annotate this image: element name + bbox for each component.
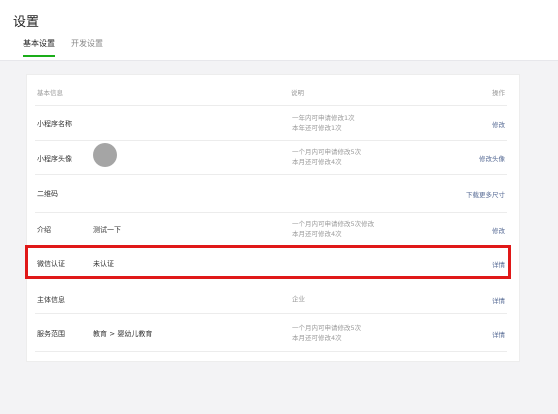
service-scope-details-link[interactable]: 详情 — [492, 329, 505, 339]
edit-avatar-link[interactable]: 修改头像 — [479, 153, 505, 163]
entity-details-link[interactable]: 详情 — [492, 295, 505, 305]
row-label: 小程序头像 — [37, 155, 72, 163]
row-value: 测试一下 — [93, 226, 121, 234]
row-desc: 一年内可申请修改1次 本年还可修改1次 — [292, 114, 355, 132]
verification-details-link[interactable]: 详情 — [492, 259, 505, 269]
table-row-avatar: 小程序头像 一个月内可申请修改5次 本月还可修改4次 修改头像 — [27, 141, 519, 175]
header-desc: 说明 — [291, 89, 304, 97]
header-info: 基本信息 — [37, 89, 63, 97]
table-row-service-scope: 服务范围 教育 > 婴幼儿教育 一个月内可申请修改5次 本月还可修改4次 详情 — [27, 314, 519, 352]
header-op: 操作 — [492, 89, 505, 97]
table-row-name: 小程序名称 一年内可申请修改1次 本年还可修改1次 修改 — [27, 106, 519, 141]
row-label: 小程序名称 — [37, 120, 72, 128]
table-row-qrcode: 二维码 下载更多尺寸 — [27, 175, 519, 213]
table-header: 基本信息 说明 操作 — [27, 80, 519, 106]
row-label: 服务范围 — [37, 330, 65, 338]
row-label: 主体信息 — [37, 296, 65, 304]
row-label: 介绍 — [37, 226, 51, 234]
edit-name-link[interactable]: 修改 — [492, 119, 505, 129]
row-label: 微信认证 — [37, 260, 65, 268]
avatar — [93, 143, 117, 167]
basic-info-card: 基本信息 说明 操作 小程序名称 一年内可申请修改1次 本年还可修改1次 修改 … — [26, 74, 520, 362]
row-desc: 一个月内可申请修改5次 本月还可修改4次 — [292, 148, 362, 166]
tab-dev-settings[interactable]: 开发设置 — [71, 38, 103, 55]
table-row-intro: 介绍 测试一下 一个月内可申请修改5次修改 本月还可修改4次 修改 — [27, 213, 519, 246]
page-title: 设置 — [13, 15, 40, 30]
table-row-entity: 主体信息 企业 详情 — [27, 280, 519, 314]
row-label: 二维码 — [37, 190, 58, 198]
row-desc: 一个月内可申请修改5次 本月还可修改4次 — [292, 324, 362, 342]
settings-header: 设置 基本设置 开发设置 — [0, 0, 558, 61]
row-desc: 一个月内可申请修改5次修改 本月还可修改4次 — [292, 220, 375, 238]
download-sizes-link[interactable]: 下载更多尺寸 — [466, 189, 505, 199]
row-desc: 企业 — [292, 295, 305, 303]
table-row-verification: 微信认证 未认证 详情 — [27, 246, 519, 280]
row-divider — [35, 351, 507, 352]
row-value: 教育 > 婴幼儿教育 — [93, 330, 153, 338]
tab-basic-settings[interactable]: 基本设置 — [23, 38, 55, 57]
row-value: 未认证 — [93, 260, 114, 268]
edit-intro-link[interactable]: 修改 — [492, 225, 505, 235]
